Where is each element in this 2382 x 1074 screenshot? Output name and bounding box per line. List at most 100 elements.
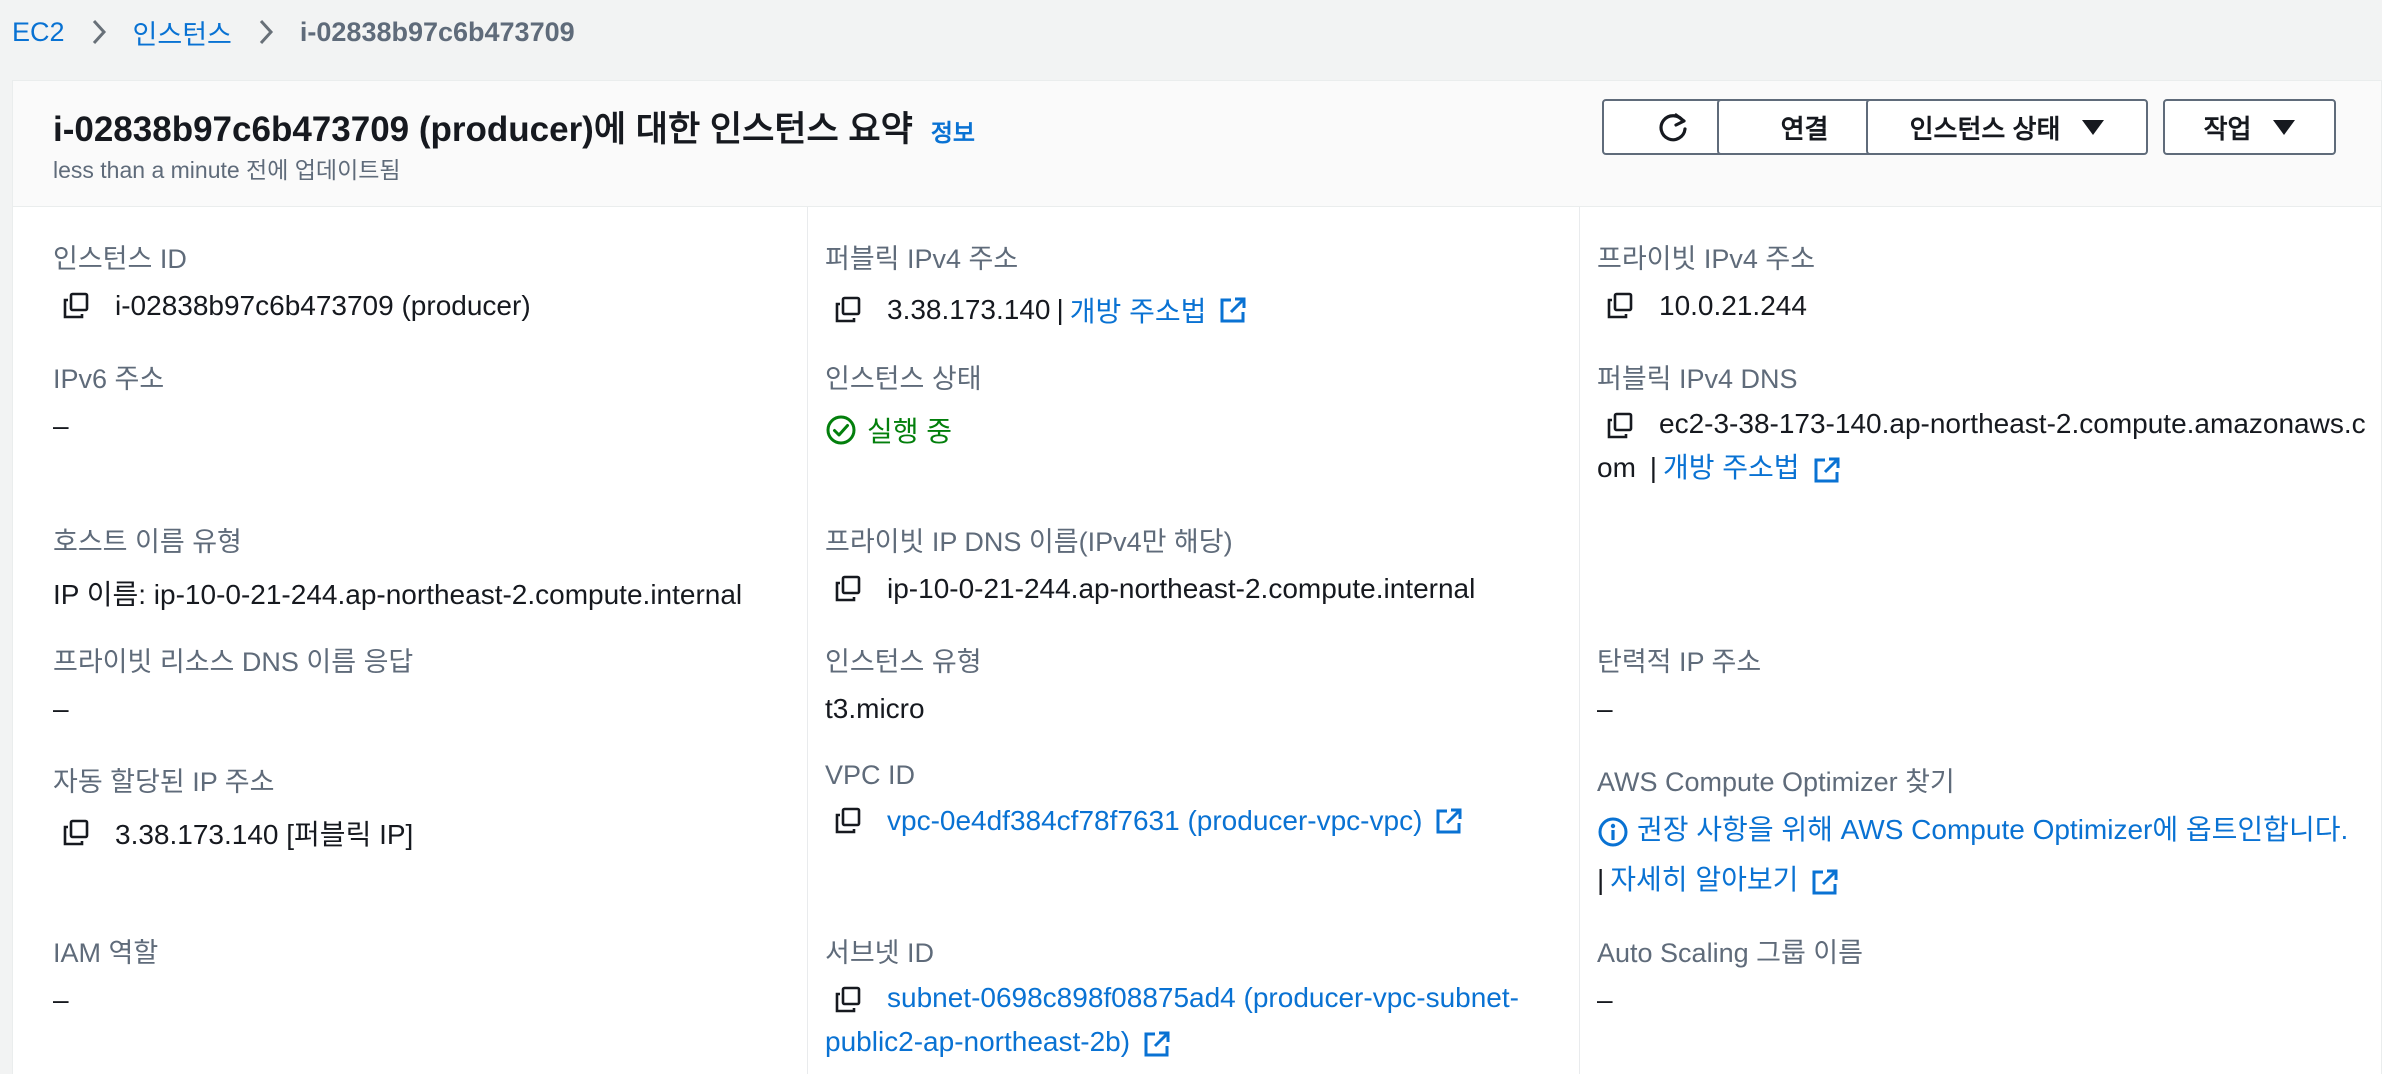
column-divider	[807, 207, 808, 1074]
field-subnet-id: 서브넷 ID subnet-0698c898f08875ad4 (produce…	[825, 931, 1565, 1064]
field-label: 서브넷 ID	[825, 938, 935, 968]
public-ipv4-value: 3.38.173.140	[887, 294, 1051, 325]
compute-optimizer-opt-in-link[interactable]: 권장 사항을 위해 AWS Compute Optimizer에 옵트인합니다.	[1637, 814, 2348, 845]
field-label: VPC ID	[825, 760, 916, 790]
field-hostname-type: 호스트 이름 유형 IP 이름: ip-10-0-21-244.ap-north…	[53, 520, 742, 613]
iam-role-value: –	[53, 984, 69, 1015]
info-link[interactable]: 정보	[931, 113, 975, 148]
field-value: ip-10-0-21-244.ap-northeast-2.compute.in…	[825, 573, 1475, 605]
field-vpc-id: VPC ID vpc-0e4df384cf78f7631 (producer-v…	[825, 760, 1464, 837]
field-label: 프라이빗 IP DNS 이름(IPv4만 해당)	[825, 527, 1233, 557]
instance-state-button-label: 인스턴스 상태	[1909, 113, 2061, 144]
field-auto-ip: 자동 할당된 IP 주소 3.38.173.140 [퍼블릭 IP]	[53, 760, 413, 853]
external-link-icon[interactable]	[1218, 295, 1248, 325]
external-link-icon[interactable]	[1812, 455, 1842, 485]
instance-id-value: i-02838b97c6b473709 (producer)	[115, 290, 531, 321]
column-divider	[1579, 207, 1580, 1074]
field-public-ipv4: 퍼블릭 IPv4 주소 3.38.173.140 | 개방 주소법	[825, 237, 1248, 330]
vpc-id-link[interactable]: vpc-0e4df384cf78f7631 (producer-vpc-vpc)	[887, 805, 1422, 837]
field-value: vpc-0e4df384cf78f7631 (producer-vpc-vpc)	[825, 805, 1464, 837]
status-badge: 실행 중	[825, 410, 952, 450]
chevron-right-icon	[258, 19, 274, 45]
copy-icon[interactable]	[833, 985, 863, 1015]
field-value: 권장 사항을 위해 AWS Compute Optimizer에 옵트인합니다.…	[1597, 805, 2382, 905]
field-public-dns: 퍼블릭 IPv4 DNS ec2-3-38-173-140.ap-northea…	[1597, 357, 2367, 490]
panel-header: i-02838b97c6b473709 (producer)에 대한 인스턴스 …	[13, 81, 2381, 207]
open-address-link[interactable]: 개방 주소법	[1663, 452, 1800, 483]
connect-button-label: 연결	[1780, 113, 1829, 144]
instance-summary-panel: i-02838b97c6b473709 (producer)에 대한 인스턴스 …	[12, 80, 2382, 1074]
open-address-link[interactable]: 개방 주소법	[1070, 290, 1207, 330]
private-resource-dns-value: –	[53, 693, 69, 724]
breadcrumb-ec2[interactable]: EC2	[12, 17, 65, 48]
field-ipv6: IPv6 주소 –	[53, 357, 164, 442]
field-value: 10.0.21.244	[1597, 290, 1815, 322]
caret-down-icon	[2273, 119, 2296, 135]
ipv6-value: –	[53, 410, 69, 441]
field-value: subnet-0698c898f08875ad4 (producer-vpc-s…	[825, 976, 1565, 1064]
field-value: i-02838b97c6b473709 (producer)	[53, 290, 531, 322]
field-iam-role: IAM 역할 –	[53, 931, 158, 1016]
field-value: 3.38.173.140 | 개방 주소법	[825, 290, 1248, 330]
field-label: 호스트 이름 유형	[53, 527, 242, 557]
field-value: 실행 중	[825, 410, 982, 450]
field-instance-type: 인스턴스 유형 t3.micro	[825, 640, 982, 725]
field-label: 퍼블릭 IPv4 주소	[825, 244, 1019, 274]
field-label: 탄력적 IP 주소	[1597, 647, 1762, 677]
field-label: IPv6 주소	[53, 364, 165, 394]
field-label: 퍼블릭 IPv4 DNS	[1597, 364, 1798, 394]
field-label: 자동 할당된 IP 주소	[53, 767, 275, 797]
hostname-type-value: IP 이름: ip-10-0-21-244.ap-northeast-2.com…	[53, 579, 743, 610]
copy-icon[interactable]	[833, 295, 863, 325]
refresh-icon	[1656, 110, 1690, 144]
info-circle-icon	[1597, 816, 1629, 848]
caret-down-icon	[2082, 119, 2105, 135]
field-label: IAM 역할	[53, 938, 159, 968]
field-elastic-ip: 탄력적 IP 주소 –	[1597, 640, 1761, 725]
external-link-icon[interactable]	[1434, 806, 1464, 836]
field-label: 인스턴스 유형	[825, 647, 982, 677]
private-ipv4-value: 10.0.21.244	[1659, 290, 1807, 321]
auto-ip-value: 3.38.173.140 [퍼블릭 IP]	[115, 819, 414, 850]
copy-icon[interactable]	[833, 574, 863, 604]
copy-icon[interactable]	[833, 806, 863, 836]
field-instance-id: 인스턴스 ID i-02838b97c6b473709 (producer)	[53, 237, 531, 322]
copy-icon[interactable]	[61, 818, 91, 848]
breadcrumb: EC2 인스턴스 i-02838b97c6b473709	[12, 10, 575, 54]
field-label: 인스턴스 상태	[825, 364, 982, 394]
breadcrumb-instances[interactable]: 인스턴스	[133, 13, 232, 52]
field-value: ec2-3-38-173-140.ap-northeast-2.compute.…	[1597, 402, 2367, 490]
field-label: AWS Compute Optimizer 찾기	[1597, 767, 1955, 797]
field-private-resource-dns: 프라이빗 리소스 DNS 이름 응답 –	[53, 640, 413, 725]
copy-icon[interactable]	[1605, 291, 1635, 321]
field-private-dns: 프라이빗 IP DNS 이름(IPv4만 해당) ip-10-0-21-244.…	[825, 520, 1475, 605]
learn-more-link[interactable]: 자세히 알아보기	[1610, 864, 1798, 895]
field-label: Auto Scaling 그룹 이름	[1597, 938, 1863, 968]
instance-state-value: 실행 중	[867, 416, 953, 447]
check-circle-icon	[826, 415, 856, 445]
external-link-icon[interactable]	[1142, 1029, 1172, 1059]
asg-name-value: –	[1597, 984, 1613, 1015]
actions-button[interactable]: 작업	[2163, 99, 2336, 155]
field-label: 프라이빗 리소스 DNS 이름 응답	[53, 647, 414, 677]
chevron-right-icon	[91, 19, 107, 45]
instance-state-button[interactable]: 인스턴스 상태	[1866, 99, 2148, 155]
actions-button-label: 작업	[2203, 113, 2252, 144]
field-private-ipv4: 프라이빗 IPv4 주소 10.0.21.244	[1597, 237, 1815, 322]
elastic-ip-value: –	[1597, 693, 1613, 724]
field-compute-optimizer: AWS Compute Optimizer 찾기 권장 사항을 위해 AWS C…	[1597, 760, 2382, 905]
field-label: 프라이빗 IPv4 주소	[1597, 244, 1816, 274]
external-link-icon[interactable]	[1810, 867, 1840, 897]
copy-icon[interactable]	[61, 291, 91, 321]
separator: |	[1649, 452, 1657, 483]
separator: |	[1056, 294, 1064, 325]
field-instance-state: 인스턴스 상태 실행 중	[825, 357, 982, 450]
copy-icon[interactable]	[1605, 411, 1635, 441]
instance-type-value: t3.micro	[825, 693, 925, 724]
page-title: i-02838b97c6b473709 (producer)에 대한 인스턴스 …	[53, 101, 975, 152]
field-value: 3.38.173.140 [퍼블릭 IP]	[53, 813, 413, 853]
field-label: 인스턴스 ID	[53, 244, 187, 274]
breadcrumb-current: i-02838b97c6b473709	[299, 16, 575, 47]
page-title-text: i-02838b97c6b473709 (producer)에 대한 인스턴스 …	[53, 110, 913, 149]
private-dns-value: ip-10-0-21-244.ap-northeast-2.compute.in…	[887, 573, 1476, 604]
